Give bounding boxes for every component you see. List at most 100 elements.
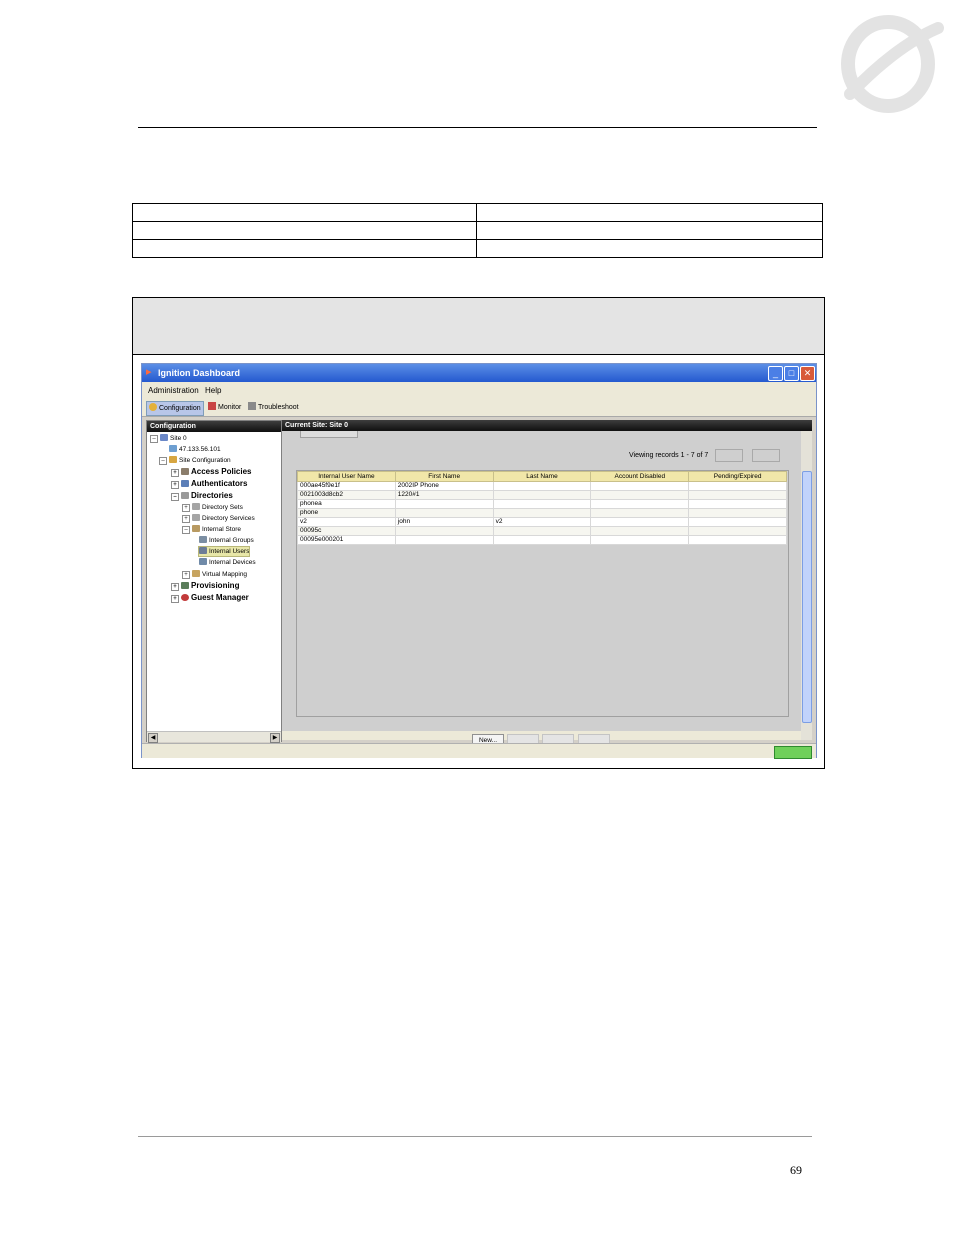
scroll-right-icon[interactable]: ▶ (270, 733, 280, 743)
table-cell: 0021003d8cb2 (297, 490, 396, 500)
store-icon (192, 525, 200, 532)
tree-node-directory-services[interactable]: + Directory Services (182, 514, 255, 523)
tree-node-directory-sets[interactable]: + Directory Sets (182, 503, 243, 512)
table-cell (590, 517, 690, 527)
scrollbar-thumb[interactable] (802, 471, 812, 723)
expand-icon[interactable]: + (182, 515, 190, 523)
table-cell (394, 535, 494, 545)
menu-administration[interactable]: Administration (148, 385, 199, 396)
content-header: Current Site: Site 0 (282, 420, 812, 431)
column-header[interactable]: Internal User Name (297, 471, 396, 482)
expand-icon[interactable]: + (171, 481, 179, 489)
collapse-icon[interactable]: – (171, 493, 179, 501)
provisioning-icon (181, 582, 189, 589)
footer-rule (138, 1136, 812, 1137)
tree-node-internal-store[interactable]: – Internal Store (182, 525, 241, 534)
table-cell (394, 499, 494, 509)
table-cell: 1220#1 (394, 490, 494, 500)
tree-node-guest-manager[interactable]: + Guest Manager (171, 593, 249, 603)
group-icon (199, 536, 207, 543)
table-cell (492, 508, 592, 518)
expand-icon[interactable]: + (182, 504, 190, 512)
maximize-button[interactable]: □ (784, 366, 799, 381)
table-cell (688, 499, 787, 509)
table-row (132, 203, 823, 222)
menu-help[interactable]: Help (205, 385, 221, 396)
table-cell (590, 499, 690, 509)
tree-node-site-configuration[interactable]: – Site Configuration (159, 456, 231, 465)
table-cell (590, 535, 690, 545)
table-row[interactable]: phonea (297, 499, 787, 509)
table-row[interactable]: 0021003d8cb2 1220#1 (297, 490, 787, 500)
tree-node-authenticators[interactable]: + Authenticators (171, 479, 247, 489)
expand-icon[interactable]: + (171, 469, 179, 477)
table-cell (492, 499, 592, 509)
table-row[interactable]: phone (297, 508, 787, 518)
gear-icon (149, 403, 157, 411)
tree-node-internal-users[interactable]: Internal Users (197, 546, 251, 557)
table-row[interactable]: v2 john v2 (297, 517, 787, 527)
monitor-icon (208, 402, 216, 410)
status-bar (142, 743, 816, 759)
table-cell (688, 490, 787, 500)
column-header[interactable]: Pending/Expired (688, 471, 787, 482)
table-cell (688, 517, 787, 527)
collapse-icon[interactable]: – (150, 435, 158, 443)
header-rule (138, 127, 817, 128)
table-cell: v2 (297, 517, 396, 527)
record-count-text: Viewing records 1 - 7 of 7 (629, 452, 709, 459)
top-control[interactable] (300, 431, 358, 438)
column-header[interactable]: Last Name (492, 471, 592, 482)
tree-node-access-policies[interactable]: + Access Policies (171, 467, 251, 477)
wrench-icon (248, 402, 256, 410)
expand-icon[interactable]: + (171, 583, 179, 591)
previous-page-button[interactable] (715, 449, 743, 462)
column-header[interactable]: First Name (394, 471, 494, 482)
table-cell (590, 490, 690, 500)
tree-node-internal-groups[interactable]: Internal Groups (199, 536, 254, 545)
table-cell: phonea (297, 499, 396, 509)
table-cell (492, 526, 592, 536)
tree-node-virtual-mapping[interactable]: + Virtual Mapping (182, 570, 247, 579)
troubleshoot-button[interactable]: Troubleshoot (246, 401, 301, 414)
tree-header: Configuration (147, 421, 281, 432)
collapse-icon[interactable]: – (159, 457, 167, 465)
vertical-scrollbar[interactable] (801, 431, 812, 740)
horizontal-scrollbar[interactable]: ◀ ▶ (147, 731, 281, 743)
authenticator-icon (181, 480, 189, 487)
tree-node-internal-devices[interactable]: Internal Devices (199, 558, 256, 567)
next-page-button[interactable] (752, 449, 780, 462)
tree-node-provisioning[interactable]: + Provisioning (171, 581, 239, 591)
table-row[interactable]: 000ae45f9e1f 2002IP Phone (297, 481, 787, 491)
table-cell (394, 526, 494, 536)
folder-icon (169, 456, 177, 463)
scroll-left-icon[interactable]: ◀ (148, 733, 158, 743)
user-icon (199, 547, 207, 554)
toolbar: Configuration Monitor Troubleshoot (142, 399, 816, 417)
column-header[interactable]: Account Disabled (590, 471, 690, 482)
configuration-button[interactable]: Configuration (146, 401, 204, 416)
directory-service-icon (192, 514, 200, 521)
table-cell (132, 239, 477, 258)
close-button[interactable]: ✕ (800, 366, 815, 381)
troubleshoot-label: Troubleshoot (258, 404, 299, 411)
collapse-icon[interactable]: – (182, 526, 190, 534)
expand-icon[interactable]: + (171, 595, 179, 603)
table-cell (492, 481, 592, 491)
server-icon (169, 445, 177, 452)
table-row[interactable]: 00095e000201 (297, 535, 787, 545)
tree-node-ip[interactable]: 47.133.56.101 (169, 445, 221, 454)
network-icon (160, 434, 168, 441)
tree-node-site[interactable]: – Site 0 (150, 434, 187, 443)
tree-node-directories[interactable]: – Directories (171, 491, 233, 501)
table-row[interactable]: 00095c (297, 526, 787, 536)
table-cell (476, 239, 823, 258)
connection-status-icon (774, 746, 812, 759)
monitor-button[interactable]: Monitor (206, 401, 243, 414)
minimize-button[interactable]: _ (768, 366, 783, 381)
expand-icon[interactable]: + (182, 571, 190, 579)
policy-icon (181, 468, 189, 475)
title-bar[interactable]: ▸ Ignition Dashboard _ □ ✕ (142, 364, 816, 382)
content-body: Viewing records 1 - 7 of 7 Internal User… (282, 431, 801, 747)
table-row (132, 221, 823, 240)
